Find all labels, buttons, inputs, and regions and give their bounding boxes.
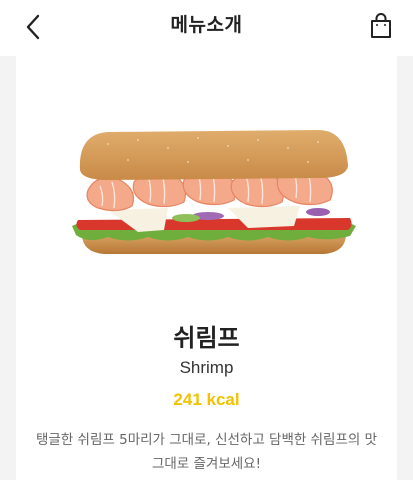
shopping-bag-icon	[371, 13, 391, 38]
shrimp-sandwich-image	[72, 130, 356, 254]
product-name-english: Shrimp	[179, 358, 234, 377]
page-title: 메뉴소개	[170, 14, 243, 36]
cart-button[interactable]	[367, 11, 395, 41]
product-calories: 241 kcal	[173, 390, 240, 409]
product-description: 탱글한 쉬림프 5마리가 그대로, 신선하고 담백한 쉬림프의 맛 그대로 즐겨…	[36, 432, 377, 472]
app-header: 메뉴소개	[0, 0, 413, 56]
product-name: 쉬림프	[173, 324, 240, 352]
product-card: 쉬림프 Shrimp 241 kcal 탱글한 쉬림프 5마리가 그대로, 신선…	[16, 56, 397, 480]
